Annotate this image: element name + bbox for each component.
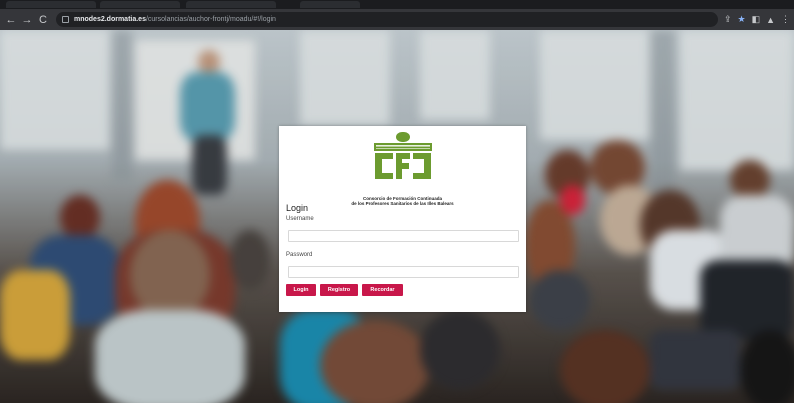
organization-logo xyxy=(279,132,526,187)
username-input[interactable] xyxy=(288,230,519,242)
menu-icon[interactable]: ⋮ xyxy=(781,14,790,25)
profile-icon[interactable]: ▲ xyxy=(766,15,775,25)
address-host: mnodes2.dormatia.es xyxy=(74,16,146,23)
back-icon[interactable]: ← xyxy=(4,13,18,27)
password-input[interactable] xyxy=(288,266,519,278)
reload-icon[interactable]: C xyxy=(36,13,50,27)
browser-tab[interactable] xyxy=(6,1,96,8)
password-label: Password xyxy=(286,252,313,258)
login-button[interactable]: Login xyxy=(286,284,316,296)
toolbar-actions: ⇪ ★ ◧ ▲ ⋮ xyxy=(724,14,790,25)
login-card: Consorcio de Formación Continuada de los… xyxy=(279,126,526,312)
bookmark-star-icon[interactable]: ★ xyxy=(737,14,745,25)
recover-password-button[interactable]: Recordar xyxy=(362,284,403,296)
logo-emblem-icon xyxy=(373,132,432,179)
address-path: /cursolancias/auchor-frontj/moadu/#!/log… xyxy=(145,16,276,23)
login-title: Login xyxy=(286,203,309,213)
address-bar[interactable]: mnodes2.dormatia.es /cursolancias/auchor… xyxy=(56,12,718,27)
tab-strip xyxy=(0,0,794,9)
register-button[interactable]: Registro xyxy=(320,284,358,296)
page-viewport: Consorcio de Formación Continuada de los… xyxy=(0,30,794,403)
share-icon[interactable]: ⇪ xyxy=(724,14,732,25)
lock-icon xyxy=(62,16,69,23)
username-label: Username xyxy=(286,216,314,222)
browser-tab[interactable] xyxy=(300,1,360,8)
browser-toolbar: ← → C mnodes2.dormatia.es /cursolancias/… xyxy=(0,9,794,30)
forward-icon[interactable]: → xyxy=(20,13,34,27)
side-panel-icon[interactable]: ◧ xyxy=(752,14,761,25)
organization-name-line-2: de los Profesores Sanitarios de las Ille… xyxy=(351,201,454,206)
browser-tab[interactable] xyxy=(100,1,180,8)
browser-tab[interactable] xyxy=(186,1,276,8)
